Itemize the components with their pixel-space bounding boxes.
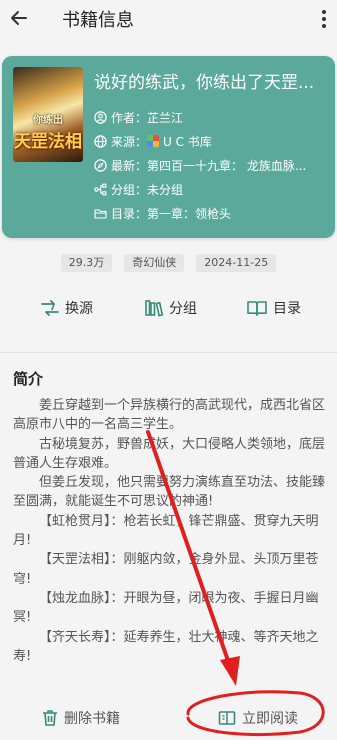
read-book-icon — [218, 711, 236, 725]
book-info-card: 你练出 天罡法相 说好的练武，你练出了天罡... 作者： 芷兰江 来源： U C… — [2, 56, 335, 238]
intro-paragraph: 【虹枪贯月】：枪若长虹，锋芒鼎盛、贯穿九天明月! — [13, 513, 319, 549]
intro-heading: 简介 — [13, 370, 44, 388]
genre-tag: 奇幻仙侠 — [124, 254, 185, 272]
latest-value: 第四百一十九章： 龙族血脉... — [147, 158, 307, 173]
toc-button[interactable]: 目录 — [246, 296, 301, 320]
book-title: 说好的练武，你练出了天罡... — [94, 73, 315, 93]
toc-button-label: 目录 — [273, 301, 301, 317]
author-row[interactable]: 作者： 芷兰江 — [94, 108, 330, 126]
group-label: 分组： — [111, 182, 148, 197]
author-label: 作者： — [111, 110, 148, 125]
group-button[interactable]: 分组 — [144, 296, 197, 320]
latest-label: 最新： — [111, 158, 148, 173]
change-source-label: 换源 — [65, 301, 93, 317]
arrow-left-icon[interactable] — [9, 8, 29, 28]
open-book-icon — [247, 301, 267, 316]
book-tags: 29.3万 奇幻仙侠 2024-11-25 — [0, 254, 337, 272]
intro-paragraph: 【天罡法相】：刚躯内敛，金身外显、头顶万里苍穹! — [13, 552, 319, 587]
section-divider — [0, 352, 337, 353]
intro-paragraph: 古秘境复苏，野兽成妖，大口侵略人类领地，底层普通人生存艰难。 — [13, 436, 326, 471]
books-icon — [145, 300, 164, 317]
delete-book-label: 删除书籍 — [64, 711, 120, 727]
source-label: 来源： — [111, 134, 148, 149]
source-row[interactable]: 来源： U C 书库 — [94, 132, 330, 150]
date-tag: 2024-11-25 — [196, 254, 277, 272]
intro-paragraph: 【烛龙血脉】：开眼为昼，闭眼为夜、手握日月幽冥! — [13, 590, 319, 626]
folder-icon — [94, 208, 107, 219]
author-value: 芷兰江 — [147, 110, 184, 125]
person-icon — [94, 110, 107, 124]
action-row: 换源 分组 目录 — [0, 296, 337, 320]
word-count-tag: 29.3万 — [60, 254, 113, 272]
intro-paragraph: 姜丘穿越到一个异族横行的高武现代，成西北省区高原市八中的一名高三学生。 — [13, 398, 326, 433]
toc-label: 目录： — [111, 206, 148, 221]
intro-paragraph: 但姜丘发现，他只需要努力演练直至功法、技能臻至圆满，就能诞生不可思议的神通! — [13, 475, 326, 510]
swap-icon — [41, 300, 59, 316]
toc-row[interactable]: 目录： 第一章：领枪头 — [94, 204, 330, 222]
latest-row[interactable]: 最新： 第四百一十九章： 龙族血脉... — [94, 156, 330, 174]
read-now-label: 立即阅读 — [242, 711, 298, 727]
cover-subtitle: 你练出 — [33, 115, 63, 126]
group-button-label: 分组 — [169, 301, 197, 317]
toc-value: 第一章：领枪头 — [147, 206, 232, 221]
compass-icon — [94, 158, 107, 172]
more-vertical-icon[interactable] — [321, 9, 327, 29]
intro-paragraph: 【齐天长寿】：延寿养生，壮大神魂、等齐天地之寿! — [13, 629, 319, 664]
source-value: U C 书库 — [163, 134, 212, 149]
read-now-button[interactable]: 立即阅读 — [218, 708, 298, 728]
trash-icon — [43, 710, 57, 726]
delete-book-button[interactable]: 删除书籍 — [42, 708, 120, 728]
group-row[interactable]: 分组： 未分组 — [94, 180, 330, 198]
globe-icon — [94, 134, 107, 148]
book-cover[interactable]: 你练出 天罡法相 — [13, 67, 83, 162]
page-title: 书籍信息 — [62, 10, 134, 31]
top-bar: 书籍信息 — [0, 0, 337, 38]
share-nodes-icon — [94, 183, 107, 195]
change-source-button[interactable]: 换源 — [40, 296, 93, 320]
cover-title: 天罡法相 — [14, 132, 82, 152]
source-logo-icon — [147, 135, 160, 147]
group-value: 未分组 — [147, 182, 184, 197]
intro-text: 姜丘穿越到一个异族横行的高武现代，成西北省区高原市八中的一名高三学生。 古秘境复… — [13, 396, 325, 666]
bottom-bar: 删除书籍 立即阅读 — [0, 700, 337, 736]
